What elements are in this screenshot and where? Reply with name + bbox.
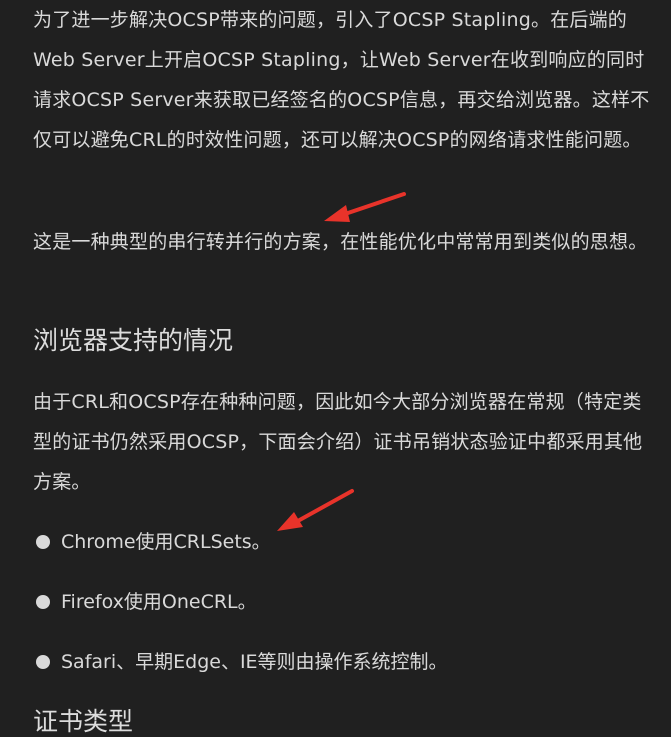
red-arrow-icon	[277, 489, 354, 531]
bullet-icon	[36, 655, 50, 669]
list-item: Firefox使用OneCRL。	[33, 582, 653, 622]
list-item-text: Safari、早期Edge、IE等则由操作系统控制。	[61, 651, 448, 673]
paragraph-serial-to-parallel: 这是一种典型的串行转并行的方案，在性能优化中常常用到类似的思想。	[33, 231, 648, 253]
list-item-text: Firefox使用OneCRL。	[61, 591, 257, 613]
bullet-icon	[36, 595, 50, 609]
red-arrow-icon	[324, 192, 406, 222]
heading-browser-support: 浏览器支持的情况	[33, 326, 234, 355]
list-item-text: Chrome使用CRLSets。	[61, 531, 271, 553]
paragraph-browser-intro: 由于CRL和OCSP存在种种问题，因此如今大部分浏览器在常规（特定类型的证书仍然…	[33, 391, 643, 493]
paragraph-ocsp-stapling: 为了进一步解决OCSP带来的问题，引入了OCSP Stapling。在后端的We…	[33, 9, 650, 151]
list-item: Safari、早期Edge、IE等则由操作系统控制。	[33, 642, 653, 682]
browser-list: Chrome使用CRLSets。 Firefox使用OneCRL。 Safari…	[33, 522, 653, 702]
heading-cert-types: 证书类型	[33, 707, 134, 736]
bullet-icon	[36, 535, 50, 549]
